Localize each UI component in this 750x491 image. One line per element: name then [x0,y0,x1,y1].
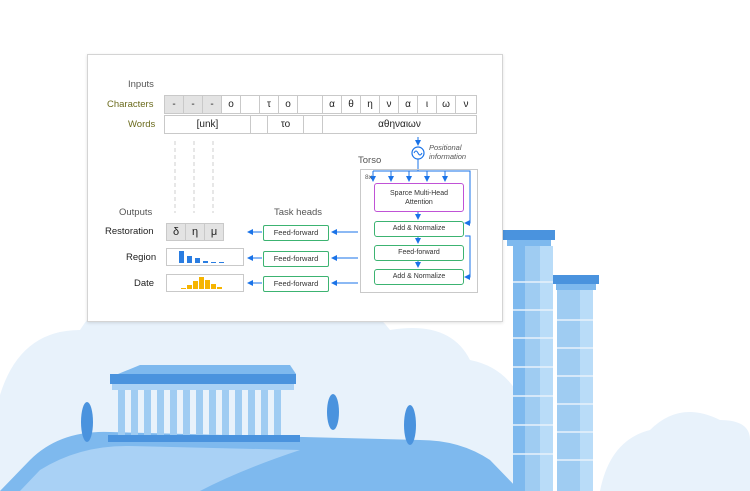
region-output [166,248,244,266]
restoration-label: Restoration [105,226,154,237]
tree-left [81,402,93,442]
date-bar [181,287,186,289]
positional-label: Positional information [429,143,466,161]
region-feed-forward: Feed-forward [263,251,329,267]
positional-label-line1: Positional [429,143,462,152]
region-bar [195,258,200,263]
restoration-char: δ [167,224,186,241]
restoration-char: μ [210,226,218,238]
attention-block: Sparce Multi-Head Attention [374,183,464,212]
date-bar [199,277,204,289]
date-bar [217,287,222,289]
date-output [166,274,244,292]
date-feed-forward: Feed-forward [263,276,329,292]
region-bar [211,261,216,263]
region-bar [179,251,184,263]
background-cloud-right [600,412,750,491]
positional-wave [413,150,423,156]
torso-label: Torso [358,155,382,166]
add-normalize-block-1: Add & Normalize [374,221,464,237]
date-bar [211,283,216,289]
restoration-feed-forward: Feed-forward [263,225,329,241]
outputs-label: Outputs [119,207,153,218]
attention-line1: Sparce Multi-Head [390,190,448,197]
tree-mid [327,394,339,430]
date-bar [193,280,198,289]
torso-repeat: 8x [365,174,372,181]
short-column [553,275,599,491]
region-bar [203,260,208,263]
attention-line2: Attention [405,199,433,206]
restoration-char: η [186,224,205,241]
region-bar [219,262,224,263]
restoration-output: δ η μ [166,223,224,241]
feed-forward-torso-block: Feed-forward [374,245,464,261]
region-label: Region [126,252,157,263]
region-bar [187,256,192,263]
task-heads-label: Task heads [274,207,323,218]
date-bar [187,285,192,289]
model-diagram-panel: Inputs Characters Words - - - o τ o α θ … [87,54,503,322]
tree-right [404,405,416,445]
add-normalize-block-2: Add & Normalize [374,269,464,285]
date-label: Date [134,278,155,289]
positional-label-line2: information [429,152,467,161]
date-bar [205,280,210,289]
